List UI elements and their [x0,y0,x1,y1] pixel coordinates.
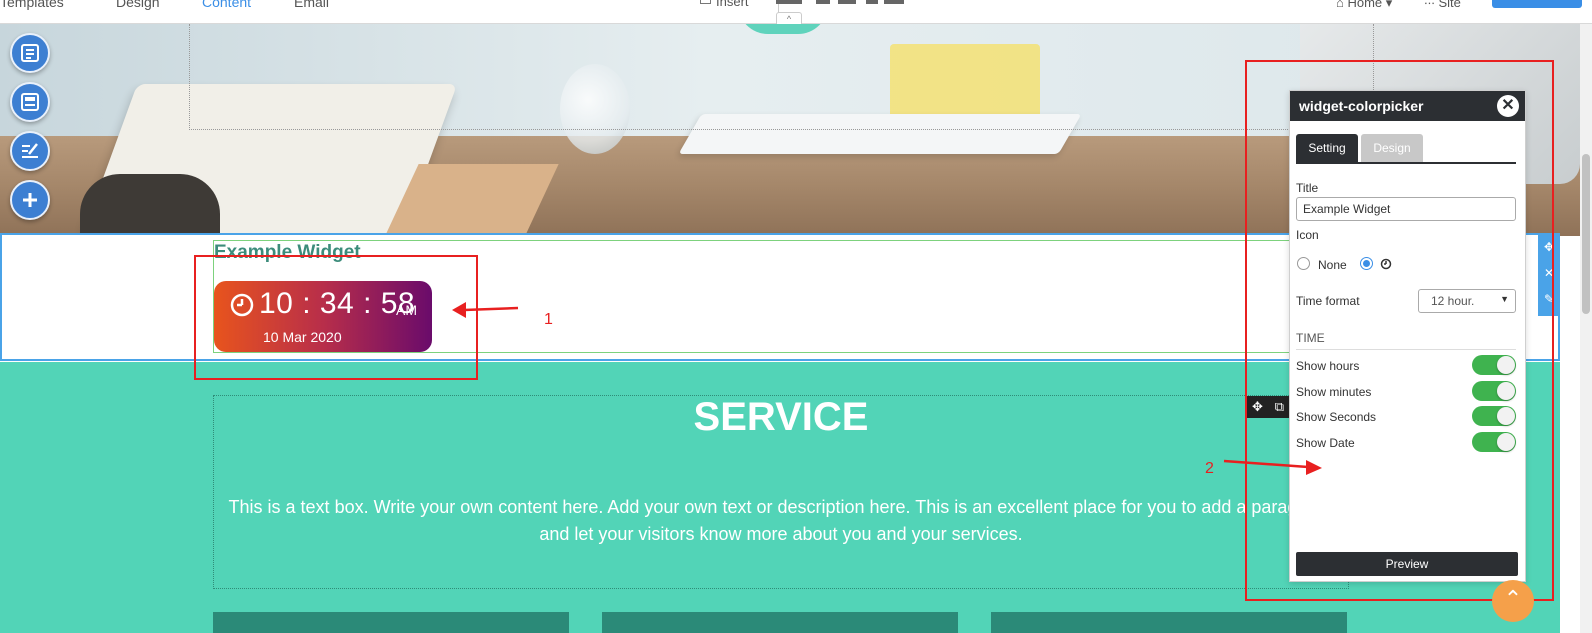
site-menu[interactable]: ∙∙∙ Site [1424,0,1461,10]
insert-button[interactable]: Insert [716,0,749,9]
add-element-button[interactable] [10,180,50,220]
pages-button[interactable] [10,82,50,122]
edit-content-button[interactable] [10,131,50,171]
mobile-view-icon[interactable] [866,0,878,4]
layout-list-icon [21,44,39,62]
desktop-view-icon[interactable] [776,0,802,4]
tab-content[interactable]: Content [202,0,251,10]
annotation-arrow-1 [452,302,519,318]
annotation-label-2: 2 [1205,460,1214,477]
page-scrollbar[interactable] [1580,24,1592,633]
chevron-down-icon: ▾ [1382,0,1393,10]
tab-email[interactable]: Email [294,0,329,10]
annotation-box-clock [194,255,478,380]
page-select-value: Home [1347,0,1383,10]
tablet-landscape-view-icon[interactable] [838,0,856,4]
site-label: Site [1438,0,1461,10]
top-toolbar: Templates Design Content Email Insert ^ … [0,0,1592,24]
publish-button[interactable] [1492,0,1582,8]
scroll-to-top-button[interactable]: ⌃ [1492,580,1534,622]
service-card [602,612,958,633]
service-card [991,612,1347,633]
sections-button[interactable] [10,33,50,73]
tab-design[interactable]: Design [116,0,160,10]
annotation-arrow-2 [1223,459,1322,475]
page-layout-icon [21,93,39,111]
mobile-landscape-view-icon[interactable] [884,0,904,4]
insert-icon [700,0,711,4]
plus-icon [23,193,37,207]
tab-templates[interactable]: Templates [0,0,64,10]
scrollbar-thumb[interactable] [1582,154,1590,314]
chevron-up-icon: ⌃ [1503,586,1523,611]
edit-lines-icon [22,143,38,158]
collapse-toolbar-button[interactable]: ^ [776,12,802,24]
annotation-label-1: 1 [544,311,553,328]
site-icon: ∙∙∙ [1424,0,1439,10]
home-icon: ⌂ [1336,0,1348,10]
annotation-box-panel [1245,60,1554,601]
section-guide [189,24,1374,130]
service-description: This is a text box. Write your own conte… [228,497,1334,544]
page-select[interactable]: ⌂ Home ▾ [1336,0,1392,11]
service-card [213,612,569,633]
tablet-view-icon[interactable] [816,0,830,4]
